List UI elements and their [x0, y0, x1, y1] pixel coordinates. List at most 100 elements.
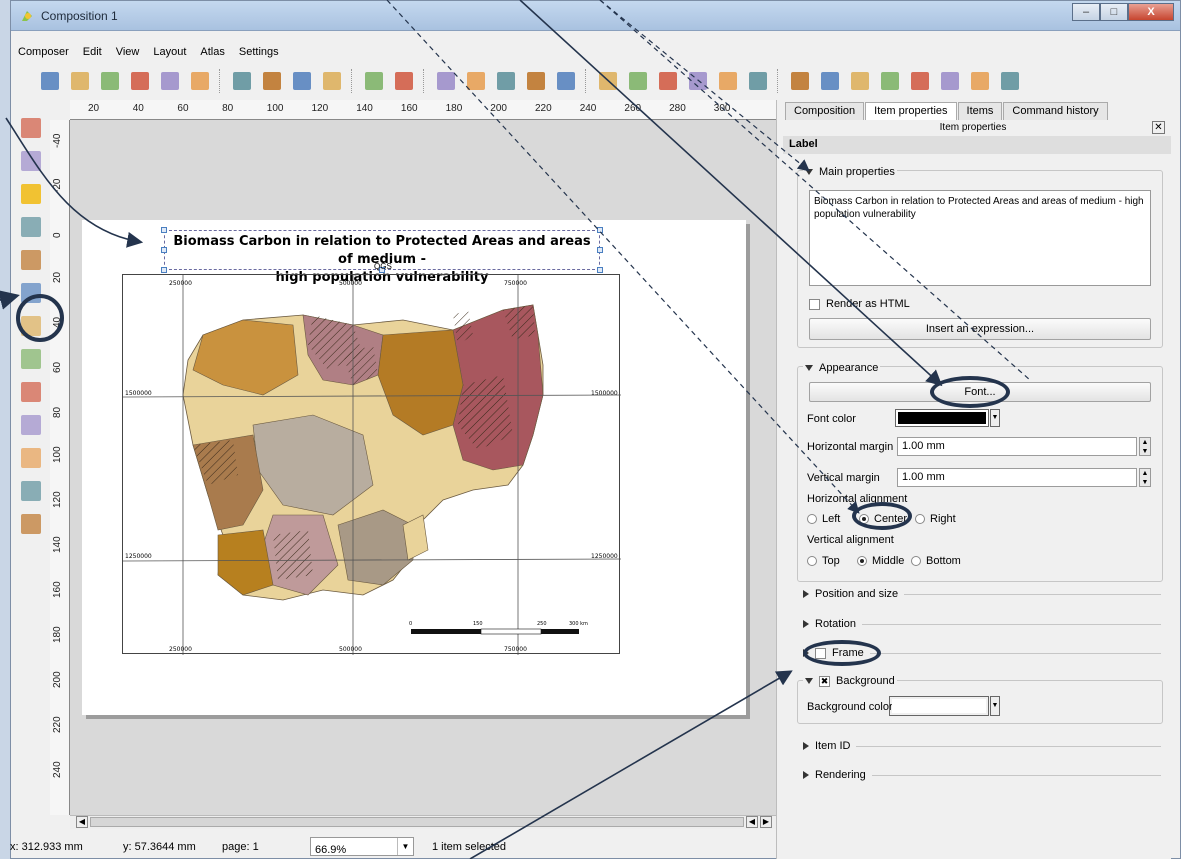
- composition-canvas[interactable]: Biomass Carbon in relation to Protected …: [70, 120, 776, 815]
- atlas-print-icon[interactable]: [935, 67, 965, 95]
- radio-icon[interactable]: [807, 514, 817, 525]
- select-move-icon[interactable]: [16, 179, 46, 209]
- undo-icon[interactable]: [359, 67, 389, 95]
- last-feature-icon[interactable]: [905, 67, 935, 95]
- resize-handle[interactable]: [161, 227, 167, 233]
- item-id-section[interactable]: Item ID: [803, 740, 1161, 752]
- checkbox-checked-icon[interactable]: ✖: [819, 675, 830, 687]
- duplicate-composer-icon[interactable]: [95, 67, 125, 95]
- unlock-icon[interactable]: [683, 67, 713, 95]
- save-template-icon[interactable]: [185, 67, 215, 95]
- zoom-out-icon[interactable]: [521, 67, 551, 95]
- first-feature-icon[interactable]: [815, 67, 845, 95]
- label-text-input[interactable]: Biomass Carbon in relation to Protected …: [809, 190, 1151, 286]
- new-composer-icon[interactable]: [65, 67, 95, 95]
- resize-handle[interactable]: [161, 247, 167, 253]
- main-properties-title[interactable]: Main properties: [803, 166, 897, 178]
- checkbox-icon[interactable]: [809, 298, 820, 310]
- add-scalebar-icon[interactable]: [16, 377, 46, 407]
- vertical-margin-stepper[interactable]: ▲ ▼: [1139, 468, 1151, 487]
- atlas-export-icon[interactable]: [965, 67, 995, 95]
- radio-icon[interactable]: [807, 556, 817, 567]
- group-icon[interactable]: [713, 67, 743, 95]
- scroll-thumb[interactable]: [90, 817, 744, 827]
- minimize-button[interactable]: –: [1072, 3, 1100, 21]
- chevron-down-icon[interactable]: ▼: [397, 838, 413, 855]
- move-content-icon[interactable]: [16, 212, 46, 242]
- composer-manager-icon[interactable]: [125, 67, 155, 95]
- align-top-radio[interactable]: Top: [807, 555, 840, 567]
- insert-expression-button[interactable]: Insert an expression...: [809, 318, 1151, 340]
- radio-icon[interactable]: [911, 556, 921, 567]
- maximize-button[interactable]: □: [1100, 3, 1128, 21]
- zoom-select[interactable]: 66.9% ▼: [310, 837, 414, 856]
- menu-edit[interactable]: Edit: [76, 43, 109, 63]
- resize-handle[interactable]: [161, 267, 167, 273]
- pan-icon[interactable]: [16, 113, 46, 143]
- position-size-section[interactable]: Position and size: [803, 588, 1161, 600]
- add-legend-icon[interactable]: [16, 344, 46, 374]
- tab-command-history[interactable]: Command history: [1003, 102, 1108, 120]
- zoom-tool-icon[interactable]: [16, 146, 46, 176]
- ungroup-icon[interactable]: [743, 67, 773, 95]
- rendering-section[interactable]: Rendering: [803, 769, 1161, 781]
- redo-icon[interactable]: [389, 67, 419, 95]
- align-left-radio[interactable]: Left: [807, 513, 840, 525]
- horizontal-margin-stepper[interactable]: ▲ ▼: [1139, 437, 1151, 456]
- background-title[interactable]: ✖ Background: [803, 675, 897, 687]
- tab-composition[interactable]: Composition: [785, 102, 865, 120]
- export-svg-icon[interactable]: [287, 67, 317, 95]
- close-icon[interactable]: ✕: [1152, 121, 1165, 134]
- add-arrow-icon[interactable]: [16, 443, 46, 473]
- atlas-settings-icon[interactable]: [995, 67, 1025, 95]
- atlas-preview-icon[interactable]: [785, 67, 815, 95]
- export-pdf-icon[interactable]: [317, 67, 347, 95]
- align-bottom-radio[interactable]: Bottom: [911, 555, 961, 567]
- appearance-title[interactable]: Appearance: [803, 362, 881, 374]
- add-map-icon[interactable]: [16, 245, 46, 275]
- export-image-icon[interactable]: [257, 67, 287, 95]
- zoom-in-icon[interactable]: [491, 67, 521, 95]
- zoom-full-icon[interactable]: [431, 67, 461, 95]
- select-all-icon[interactable]: [593, 67, 623, 95]
- add-html-icon[interactable]: [16, 509, 46, 539]
- add-shape-icon[interactable]: [16, 410, 46, 440]
- tab-items[interactable]: Items: [957, 102, 1003, 120]
- map-item[interactable]: 250000 500000 750000 250000 500000 75000…: [122, 274, 622, 655]
- align-middle-radio[interactable]: Middle: [857, 555, 904, 567]
- align-right-radio[interactable]: Right: [915, 513, 956, 525]
- tab-item-properties[interactable]: Item properties: [865, 102, 957, 120]
- rotation-section[interactable]: Rotation: [803, 618, 1161, 630]
- scroll-left-icon[interactable]: ◀: [76, 816, 88, 828]
- next-feature-icon[interactable]: [875, 67, 905, 95]
- render-html-checkbox[interactable]: Render as HTML: [809, 298, 910, 310]
- resize-handle[interactable]: [597, 227, 603, 233]
- print-icon[interactable]: [227, 67, 257, 95]
- horizontal-margin-input[interactable]: 1.00 mm: [897, 437, 1137, 456]
- menu-atlas[interactable]: Atlas: [193, 43, 231, 63]
- page[interactable]: Biomass Carbon in relation to Protected …: [82, 220, 746, 715]
- menu-layout[interactable]: Layout: [146, 43, 193, 63]
- zoom-to-item-icon[interactable]: [623, 67, 653, 95]
- scroll-right-icon[interactable]: ▶: [760, 816, 772, 828]
- chevron-down-icon[interactable]: ▼: [990, 409, 1000, 427]
- font-color-button[interactable]: [895, 409, 989, 427]
- vertical-margin-input[interactable]: 1.00 mm: [897, 468, 1137, 487]
- close-button[interactable]: X: [1128, 3, 1174, 21]
- lock-icon[interactable]: [653, 67, 683, 95]
- menu-view[interactable]: View: [109, 43, 147, 63]
- menu-settings[interactable]: Settings: [232, 43, 286, 63]
- resize-handle[interactable]: [597, 267, 603, 273]
- background-color-button[interactable]: [889, 696, 989, 716]
- save-icon[interactable]: [35, 67, 65, 95]
- scroll-left-icon[interactable]: ◀: [746, 816, 758, 828]
- refresh-icon[interactable]: [551, 67, 581, 95]
- resize-handle[interactable]: [597, 247, 603, 253]
- radio-icon[interactable]: [857, 556, 867, 567]
- zoom-100-icon[interactable]: [461, 67, 491, 95]
- open-template-icon[interactable]: [155, 67, 185, 95]
- chevron-down-icon[interactable]: ▼: [990, 696, 1000, 716]
- horizontal-scrollbar[interactable]: ◀ ◀ ▶: [70, 815, 776, 829]
- previous-feature-icon[interactable]: [845, 67, 875, 95]
- menu-composer[interactable]: Composer: [11, 43, 76, 63]
